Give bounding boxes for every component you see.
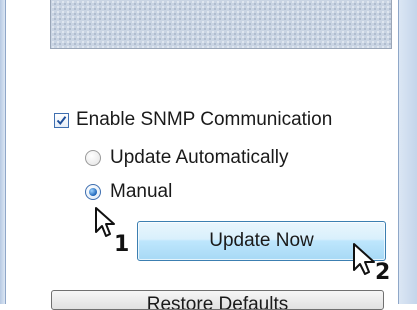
manual-label: Manual [110,181,173,202]
window-frame-left [0,0,6,304]
enable-snmp-row[interactable]: Enable SNMP Communication [54,109,332,131]
update-automatically-row[interactable]: Update Automatically [85,147,289,169]
enable-snmp-label: Enable SNMP Communication [76,109,333,130]
radio-selected-dot [89,188,97,196]
pointer-cursor-icon [95,207,115,237]
restore-defaults-label: Restore Defaults [146,294,289,310]
manual-radio[interactable] [85,184,101,200]
pointer-cursor-icon [353,243,375,275]
enable-snmp-checkbox[interactable] [54,112,69,128]
window-frame-right [398,0,417,304]
update-automatically-label: Update Automatically [110,147,289,168]
preview-area [50,0,392,49]
restore-defaults-button[interactable]: Restore Defaults [51,290,384,310]
step-1-callout: 1 [114,232,130,257]
step-2-callout: 2 [375,260,391,285]
manual-row[interactable]: Manual [85,181,172,203]
update-automatically-radio[interactable] [85,150,101,166]
checkmark-icon [56,115,67,125]
update-now-button[interactable]: Update Now [137,221,386,261]
